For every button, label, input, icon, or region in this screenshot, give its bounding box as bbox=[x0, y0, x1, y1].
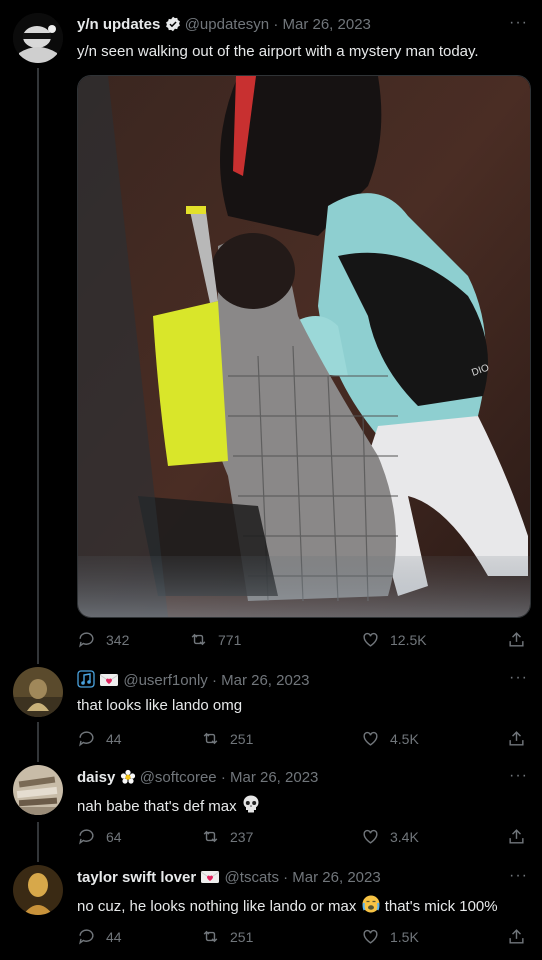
share-icon bbox=[509, 632, 524, 647]
retweet-count: 237 bbox=[230, 828, 254, 845]
tweet-text: y/n seen walking out of the airport with… bbox=[77, 43, 479, 60]
avatar-image bbox=[13, 13, 63, 63]
like-count: 3.4K bbox=[390, 828, 419, 845]
avatar[interactable] bbox=[13, 13, 63, 63]
reply-button[interactable]: 64 bbox=[77, 827, 122, 846]
avatar[interactable] bbox=[13, 667, 63, 717]
like-icon bbox=[363, 731, 378, 746]
like-button[interactable]: 12.5K bbox=[361, 630, 427, 649]
like-count: 1.5K bbox=[390, 928, 419, 945]
reply-icon bbox=[79, 632, 94, 648]
share-icon bbox=[509, 829, 524, 844]
like-icon bbox=[363, 929, 378, 944]
like-count: 4.5K bbox=[390, 730, 419, 747]
share-icon bbox=[509, 731, 524, 746]
like-button[interactable]: 1.5K bbox=[361, 927, 419, 946]
tweet-text: nah babe that's def max bbox=[77, 794, 261, 820]
heart-letter-emoji bbox=[99, 672, 119, 694]
tweet-actions: 44 251 4.5K bbox=[77, 729, 527, 751]
like-icon bbox=[363, 632, 378, 647]
avatar[interactable] bbox=[13, 765, 63, 815]
timestamp[interactable]: Mar 26, 2023 bbox=[221, 672, 309, 689]
retweet-button[interactable]: 771 bbox=[189, 630, 241, 649]
crying-emoji bbox=[361, 894, 381, 920]
handle[interactable]: @userf1only bbox=[123, 672, 207, 689]
tweet-text-content: nah babe that's def max bbox=[77, 798, 237, 815]
tweet-header: taylor swift lover @tscats · Mar 26, 202… bbox=[77, 868, 381, 891]
retweet-button[interactable]: 251 bbox=[201, 729, 253, 748]
tweet-text-after: that's mick 100% bbox=[384, 898, 498, 915]
tweet-header: daisy @softcoree · Mar 26, 2023 bbox=[77, 768, 318, 791]
tweet-text: no cuz, he looks nothing like lando or m… bbox=[77, 894, 498, 920]
retweet-icon bbox=[203, 732, 218, 745]
reply-count: 44 bbox=[106, 730, 122, 747]
like-button[interactable]: 4.5K bbox=[361, 729, 419, 748]
airport-photo: DIO bbox=[78, 76, 530, 617]
tweet-actions: 64 237 3.4K bbox=[77, 827, 527, 849]
retweet-count: 251 bbox=[230, 730, 254, 747]
reply-icon bbox=[79, 829, 94, 845]
handle[interactable]: @softcoree bbox=[140, 769, 217, 786]
tweet-photo[interactable]: DIO bbox=[77, 75, 531, 618]
like-count: 12.5K bbox=[390, 631, 427, 648]
display-name[interactable]: y/n updates bbox=[77, 16, 160, 33]
more-icon[interactable]: ··· bbox=[509, 868, 528, 884]
reply-tweet-3[interactable]: taylor swift lover @tscats · Mar 26, 202… bbox=[0, 862, 542, 960]
retweet-count: 771 bbox=[218, 631, 242, 648]
separator: · bbox=[273, 16, 279, 33]
separator: · bbox=[283, 869, 289, 886]
timestamp[interactable]: Mar 26, 2023 bbox=[230, 769, 318, 786]
reply-button[interactable]: 342 bbox=[77, 630, 129, 649]
reply-button[interactable]: 44 bbox=[77, 729, 122, 748]
retweet-button[interactable]: 251 bbox=[201, 927, 253, 946]
reply-count: 342 bbox=[106, 631, 130, 648]
music-note-emoji bbox=[77, 670, 95, 694]
tweet-text: that looks like lando omg bbox=[77, 697, 243, 714]
retweet-icon bbox=[203, 830, 218, 843]
tweet-actions: 342 771 12.5K bbox=[77, 630, 527, 652]
more-icon[interactable]: ··· bbox=[509, 15, 528, 31]
timestamp[interactable]: Mar 26, 2023 bbox=[292, 869, 380, 886]
avatar-image bbox=[13, 765, 63, 815]
verified-badge-icon bbox=[165, 16, 180, 32]
avatar-image bbox=[13, 865, 63, 915]
tweet-main[interactable]: y/n updates @updatesyn · Mar 26, 2023 ··… bbox=[0, 0, 542, 660]
more-icon[interactable]: ··· bbox=[509, 670, 528, 686]
retweet-count: 251 bbox=[230, 928, 254, 945]
skull-emoji bbox=[241, 794, 261, 820]
share-button[interactable] bbox=[507, 927, 526, 946]
flower-emoji bbox=[120, 769, 136, 791]
retweet-icon bbox=[191, 633, 206, 646]
retweet-button[interactable]: 237 bbox=[201, 827, 253, 846]
more-icon[interactable]: ··· bbox=[509, 768, 528, 784]
like-icon bbox=[363, 829, 378, 844]
avatar-image bbox=[13, 667, 63, 717]
separator: · bbox=[220, 769, 226, 786]
share-button[interactable] bbox=[507, 630, 526, 649]
reply-button[interactable]: 44 bbox=[77, 927, 122, 946]
reply-count: 44 bbox=[106, 928, 122, 945]
handle[interactable]: @updatesyn bbox=[185, 16, 269, 33]
heart-letter-emoji bbox=[200, 869, 220, 891]
reply-icon bbox=[79, 929, 94, 945]
timestamp[interactable]: Mar 26, 2023 bbox=[283, 16, 371, 33]
tweet-text-content: no cuz, he looks nothing like lando or m… bbox=[77, 898, 357, 915]
share-button[interactable] bbox=[507, 827, 526, 846]
separator: · bbox=[211, 672, 217, 689]
share-icon bbox=[509, 929, 524, 944]
avatar[interactable] bbox=[13, 865, 63, 915]
tweet-actions: 44 251 1.5K bbox=[77, 927, 527, 949]
tweet-header: @userf1only · Mar 26, 2023 bbox=[77, 670, 310, 694]
reply-tweet-2[interactable]: daisy @softcoree · Mar 26, 2023 ··· nah … bbox=[0, 762, 542, 860]
reply-tweet-1[interactable]: @userf1only · Mar 26, 2023 ··· that look… bbox=[0, 664, 542, 760]
retweet-icon bbox=[203, 930, 218, 943]
handle[interactable]: @tscats bbox=[225, 869, 279, 886]
share-button[interactable] bbox=[507, 729, 526, 748]
reply-count: 64 bbox=[106, 828, 122, 845]
like-button[interactable]: 3.4K bbox=[361, 827, 419, 846]
display-name[interactable]: daisy bbox=[77, 769, 115, 786]
display-name[interactable]: taylor swift lover bbox=[77, 869, 196, 886]
reply-icon bbox=[79, 731, 94, 747]
tweet-header: y/n updates @updatesyn · Mar 26, 2023 bbox=[77, 15, 371, 35]
